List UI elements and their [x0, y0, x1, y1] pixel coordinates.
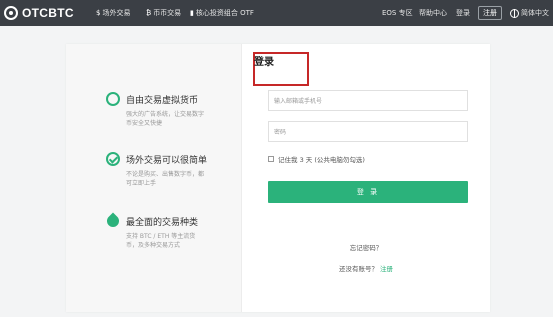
nav-login[interactable]: 登录	[456, 0, 470, 26]
login-button-label: 登 录	[356, 188, 380, 196]
nav-login-label: 登录	[456, 9, 470, 17]
forgot-password-label: 忘记密码？	[349, 244, 383, 252]
remember-label: 记住我 3 天 (公共电脑勿勾选)	[278, 156, 365, 164]
nav-item-label: 核心投资组合 OTF	[195, 9, 254, 17]
nav-help[interactable]: 帮助中心	[419, 0, 447, 26]
email-placeholder: 输入邮箱或手机号	[274, 98, 323, 105]
language-selector[interactable]: 简体中文	[510, 0, 549, 26]
nav-item-otc[interactable]: $ 场外交易	[96, 0, 130, 26]
feature-desc: 强大的广告系统，让交易数字币安全又快捷	[126, 111, 205, 127]
nav-eos-label: EOS 专区	[382, 9, 413, 17]
logo-text: OTCBTC	[22, 6, 74, 20]
globe-icon	[510, 8, 519, 18]
forgot-password-link[interactable]: 忘记密码？	[242, 242, 490, 252]
login-card: 自由交易虚拟货币 强大的广告系统，让交易数字币安全又快捷 场外交易可以很简单 不…	[66, 44, 490, 312]
password-field[interactable]: 密码	[268, 121, 468, 142]
language-label: 简体中文	[521, 9, 549, 17]
login-button[interactable]: 登 录	[268, 181, 468, 203]
email-field[interactable]: 输入邮箱或手机号	[268, 90, 468, 111]
feature-desc: 支持 BTC / ETH 等主流货币，及多种交易方式	[126, 233, 196, 249]
login-form: 登录 输入邮箱或手机号 密码 记住我 3 天 (公共电脑勿勾选) 登 录 忘记密…	[242, 44, 490, 312]
login-title: 登录	[254, 57, 274, 68]
no-account-text: 还没有账号？	[338, 265, 378, 273]
feature-title: 最全面的交易种类	[126, 218, 199, 228]
logo[interactable]: OTCBTC	[4, 5, 74, 21]
drop-icon	[106, 214, 120, 228]
remember-me[interactable]: 记住我 3 天 (公共电脑勿勾选)	[268, 154, 365, 164]
feature-title: 自由交易虚拟货币	[126, 96, 199, 106]
nav-eos[interactable]: EOS 专区	[382, 0, 413, 26]
no-account-line: 还没有账号？ 注册	[242, 263, 490, 273]
register-button-label: 注册	[483, 9, 497, 17]
features-panel: 自由交易虚拟货币 强大的广告系统，让交易数字币安全又快捷 场外交易可以很简单 不…	[66, 44, 242, 312]
register-link[interactable]: 注册	[380, 265, 393, 273]
dollar-cycle-icon	[106, 92, 120, 106]
check-circle-icon	[106, 152, 120, 166]
top-navbar: OTCBTC $ 场外交易 ₿ 币币交易 ▮ 核心投资组合 OTF EOS 专区…	[0, 0, 553, 26]
nav-item-coin-trade[interactable]: ₿ 币币交易	[146, 0, 181, 26]
bitcoin-icon: ₿	[146, 9, 152, 17]
bar-chart-icon: ▮	[190, 9, 194, 17]
nav-item-label: 币币交易	[153, 9, 182, 17]
feature-desc: 不论是购买、出售数字币，都可立即上手	[126, 171, 205, 187]
register-button[interactable]: 注册	[478, 6, 502, 20]
dollar-icon: $	[96, 9, 101, 17]
nav-help-label: 帮助中心	[419, 9, 447, 17]
nav-item-label: 场外交易	[102, 9, 131, 17]
logo-icon	[4, 6, 18, 20]
remember-checkbox[interactable]	[268, 156, 274, 162]
feature-title: 场外交易可以很简单	[126, 156, 208, 166]
password-placeholder: 密码	[274, 129, 287, 136]
nav-item-otf[interactable]: ▮ 核心投资组合 OTF	[190, 0, 254, 26]
